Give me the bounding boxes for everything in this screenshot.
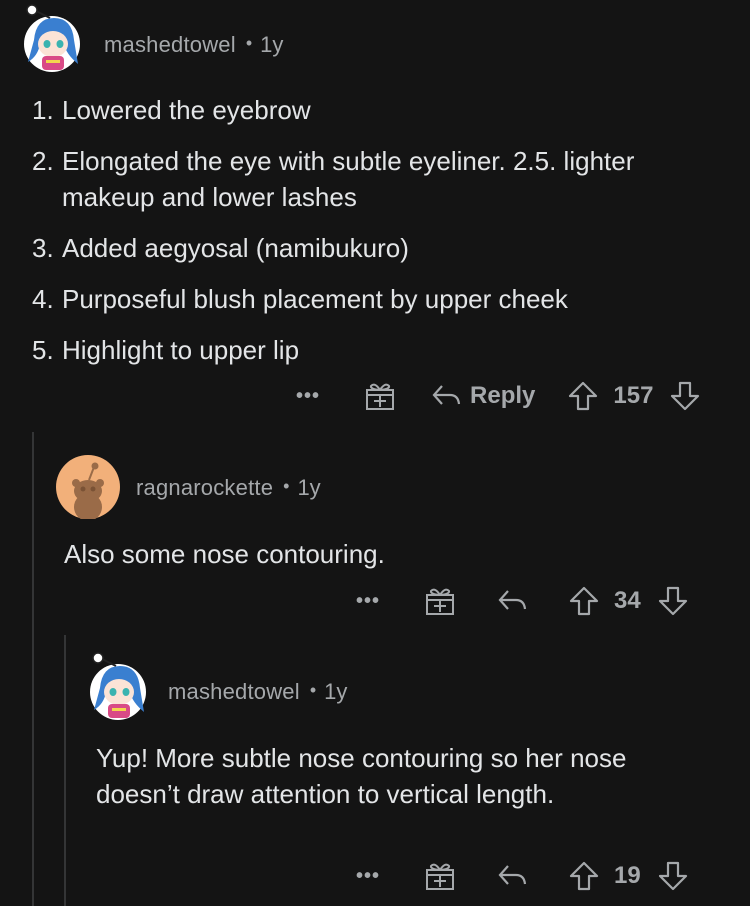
list-number: 1. [32,95,54,125]
comment-age: 1y [260,32,284,57]
vote-count: 157 [613,382,654,409]
comment-age: 1y [324,679,348,704]
comment-meta: mashedtowel • 1y [168,679,347,705]
more-options-icon[interactable]: ••• [356,590,380,613]
list-number: 3. [32,233,54,263]
downvote-button[interactable] [669,380,701,412]
thread-line-level-2[interactable] [64,635,66,906]
list-item: 2. Elongated the eye with subtle eyeliner… [32,143,692,215]
downvote-button[interactable] [657,860,689,892]
vote-count: 19 [614,862,641,889]
vote-count: 34 [614,587,641,614]
reply-button[interactable]: Reply [430,382,535,410]
downvote-arrow-icon [658,861,687,891]
list-text: Added aegyosal (namibukuro) [62,233,409,263]
comment-body: 1. Lowered the eyebrow 2. Elongated the ey… [32,92,692,383]
award-gift-icon[interactable] [364,380,396,412]
more-options-icon[interactable]: ••• [296,385,320,408]
comment-body: Yup! More subtle nose contouring so her … [96,743,627,809]
comment-actions: ••• 19 [356,858,689,894]
thread-line-level-1[interactable] [32,432,34,906]
more-options-icon[interactable]: ••• [356,865,380,888]
avatar[interactable] [22,4,80,72]
upvote-arrow-icon [569,586,599,616]
username[interactable]: mashedtowel [104,32,236,58]
reply-button[interactable] [496,862,528,890]
reply-arrow-icon [432,385,461,405]
award-gift-icon[interactable] [424,585,456,617]
comment-age: 1y [297,475,321,500]
upvote-arrow-icon [569,381,598,411]
upvote-arrow-icon [569,861,599,891]
list-text: Elongated the eye with subtle eyeliner. … [62,146,635,212]
reply-arrow-icon [498,590,527,610]
list-number: 5. [32,335,54,365]
list-text: Lowered the eyebrow [62,95,311,125]
award-gift-icon[interactable] [424,860,456,892]
reply-arrow-icon [498,865,527,885]
comment-meta: ragnarockette • 1y [136,475,321,501]
list-number: 2. [32,146,54,176]
username[interactable]: ragnarockette [136,475,273,501]
list-text: Highlight to upper lip [62,335,300,365]
list-item: 5. Highlight to upper lip [32,332,692,368]
avatar[interactable] [56,455,120,521]
comment-meta: mashedtowel • 1y [104,32,283,58]
username[interactable]: mashedtowel [168,679,300,705]
reply-label: Reply [470,382,536,409]
list-item: 1. Lowered the eyebrow [32,92,692,128]
avatar[interactable] [88,652,146,720]
downvote-arrow-icon [658,586,687,616]
upvote-button[interactable] [567,380,599,412]
list-item: 4. Purposeful blush placement by upper ch… [32,281,692,317]
reply-button[interactable] [496,587,528,615]
list-item: 3. Added aegyosal (namibukuro) [32,230,692,266]
meta-separator: • [245,33,253,53]
comment-actions: ••• Reply 157 [296,378,701,414]
list-text: Purposeful blush placement by upper chee… [62,284,568,314]
meta-separator: • [283,476,290,496]
downvote-arrow-icon [671,381,700,411]
meta-separator: • [309,680,317,700]
upvote-button[interactable] [568,860,600,892]
list-number: 4. [32,284,54,314]
upvote-button[interactable] [568,585,600,617]
comment-body: Also some nose contouring. [64,539,385,569]
comment-actions: ••• 34 [356,583,689,619]
downvote-button[interactable] [657,585,689,617]
